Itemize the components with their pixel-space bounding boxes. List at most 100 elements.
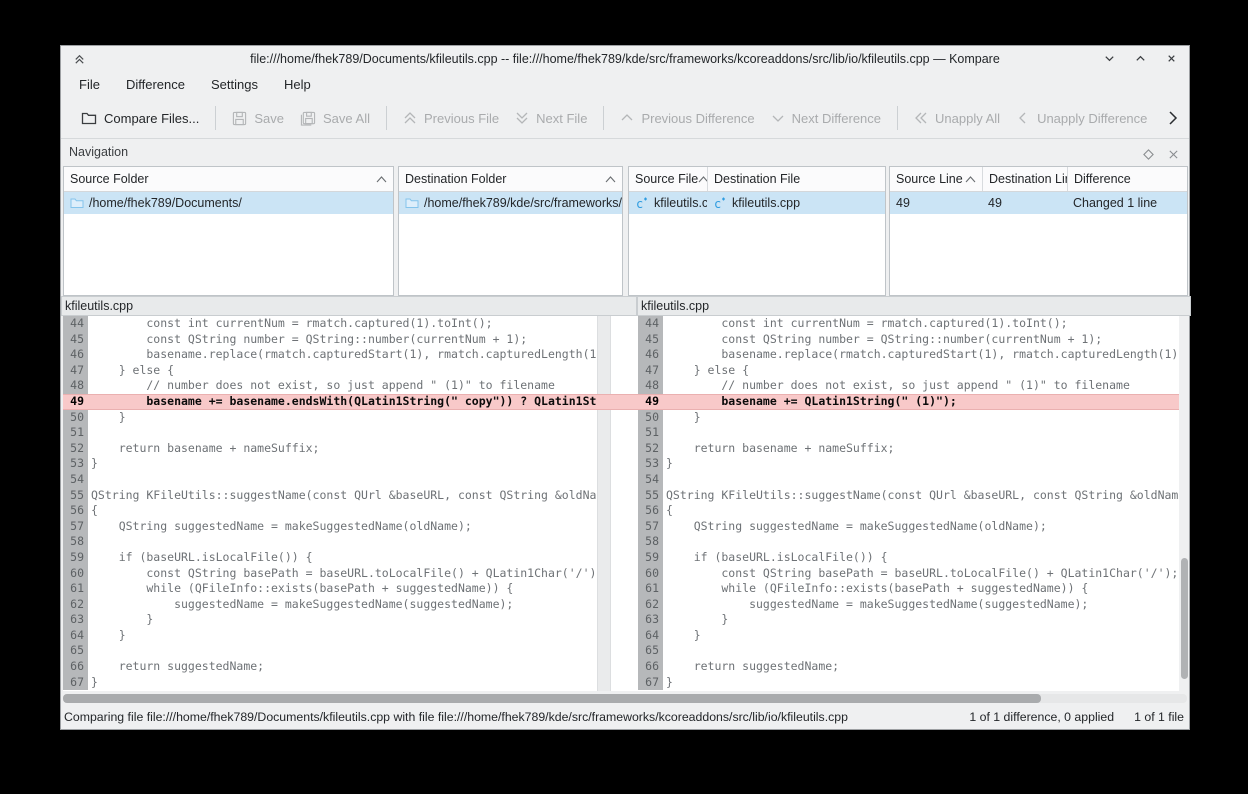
diff-overview-channel — [597, 316, 611, 691]
code-line: 53} — [638, 456, 1179, 472]
line-text: const QString basePath = baseURL.toLocal… — [88, 566, 596, 582]
line-number: 45 — [638, 332, 663, 348]
line-text — [663, 472, 1179, 488]
difference-column-header[interactable]: Difference — [1067, 167, 1187, 191]
code-line: 57 QString suggestedName = makeSuggested… — [63, 519, 596, 535]
line-text: } — [88, 456, 596, 472]
menu-help[interactable]: Help — [274, 74, 321, 95]
save-button[interactable]: Save — [224, 105, 292, 132]
line-number: 44 — [638, 316, 663, 332]
line-number: 57 — [63, 519, 88, 535]
line-text: // number does not exist, so just append… — [88, 378, 596, 394]
line-text: QString suggestedName = makeSuggestedNam… — [663, 519, 1179, 535]
double-chevron-down-icon — [515, 111, 529, 125]
menu-file[interactable]: File — [69, 74, 110, 95]
navigation-dock-title: Navigation — [69, 145, 128, 159]
menu-difference[interactable]: Difference — [116, 74, 195, 95]
cpp-file-icon: c — [635, 196, 649, 210]
destination-folder-column-header[interactable]: Destination Folder — [399, 167, 622, 191]
destination-folder-row[interactable]: /home/fhek789/kde/src/frameworks/kcoread… — [399, 192, 622, 214]
code-line: 46 basename.replace(rmatch.capturedStart… — [63, 347, 596, 363]
source-file-column-header[interactable]: Source File — [629, 167, 707, 191]
unapply-all-button[interactable]: Unapply All — [906, 105, 1008, 132]
toolbar-overflow-button[interactable] — [1165, 108, 1181, 128]
line-number: 50 — [638, 410, 663, 426]
line-number: 62 — [63, 597, 88, 613]
unapply-difference-button[interactable]: Unapply Difference — [1008, 105, 1155, 132]
changed-code-line[interactable]: 49 basename += basename.endsWith(QLatin1… — [63, 394, 596, 410]
float-panel-icon[interactable] — [1143, 146, 1154, 164]
code-line: 65 — [63, 643, 596, 659]
line-text: return suggestedName; — [88, 659, 596, 675]
code-line: 67} — [638, 675, 1179, 691]
diff-connector-area — [596, 316, 638, 691]
line-number: 61 — [63, 581, 88, 597]
toolbar: Compare Files... Save Save All Previous … — [61, 98, 1189, 139]
vertical-scrollbar[interactable] — [1180, 316, 1189, 691]
line-text: { — [663, 503, 1179, 519]
code-line: 55QString KFileUtils::suggestName(const … — [63, 488, 596, 504]
source-folder-row[interactable]: /home/fhek789/Documents/ — [64, 192, 393, 214]
minimize-icon[interactable] — [1101, 50, 1117, 66]
line-number: 55 — [638, 488, 663, 504]
destination-diff-pane[interactable]: 44 const int currentNum = rmatch.capture… — [638, 316, 1179, 691]
line-text: const int currentNum = rmatch.captured(1… — [88, 316, 596, 332]
difference-row[interactable]: 49 49 Changed 1 line — [890, 192, 1187, 214]
line-number: 51 — [63, 425, 88, 441]
source-line-column-header[interactable]: Source Line — [890, 167, 982, 191]
line-text: if (baseURL.isLocalFile()) { — [88, 550, 596, 566]
compare-files-button[interactable]: Compare Files... — [73, 105, 207, 132]
line-text — [663, 534, 1179, 550]
line-text: } else { — [663, 363, 1179, 379]
line-text: basename.replace(rmatch.capturedStart(1)… — [88, 347, 596, 363]
menubar: File Difference Settings Help — [61, 71, 1189, 98]
destination-file-column-header[interactable]: Destination File — [707, 167, 885, 191]
save-all-button[interactable]: Save All — [292, 105, 378, 132]
code-line: 53} — [63, 456, 596, 472]
line-number: 65 — [638, 643, 663, 659]
source-folder-column-header[interactable]: Source Folder — [64, 167, 393, 191]
line-text: const int currentNum = rmatch.captured(1… — [663, 316, 1179, 332]
code-line: 44 const int currentNum = rmatch.capture… — [63, 316, 596, 332]
maximize-icon[interactable] — [1132, 50, 1148, 66]
code-line: 55QString KFileUtils::suggestName(const … — [638, 488, 1179, 504]
line-text — [663, 643, 1179, 659]
vertical-scrollbar-thumb[interactable] — [1181, 558, 1188, 679]
line-text: } — [663, 410, 1179, 426]
next-file-button[interactable]: Next File — [507, 105, 595, 132]
close-panel-icon[interactable] — [1168, 146, 1179, 164]
horizontal-scrollbar[interactable] — [63, 694, 1187, 703]
status-message: Comparing file file:///home/fhek789/Docu… — [64, 710, 848, 724]
next-difference-button[interactable]: Next Difference — [763, 105, 889, 132]
horizontal-scrollbar-thumb[interactable] — [63, 694, 1041, 703]
line-text: while (QFileInfo::exists(basePath + sugg… — [88, 581, 596, 597]
changed-code-line[interactable]: 49 basename += QLatin1String(" (1)"); — [638, 394, 1179, 410]
menu-settings[interactable]: Settings — [201, 74, 268, 95]
source-diff-pane[interactable]: 44 const int currentNum = rmatch.capture… — [63, 316, 596, 691]
line-number: 64 — [638, 628, 663, 644]
close-icon[interactable] — [1163, 50, 1179, 66]
line-number: 56 — [638, 503, 663, 519]
line-text — [88, 534, 596, 550]
line-text — [88, 425, 596, 441]
code-line: 67} — [63, 675, 596, 691]
line-text: } — [663, 675, 1179, 691]
line-number: 63 — [63, 612, 88, 628]
shade-icon[interactable] — [73, 50, 86, 68]
line-text — [88, 472, 596, 488]
svg-text:c: c — [714, 197, 721, 210]
previous-difference-button[interactable]: Previous Difference — [612, 105, 762, 132]
destination-pane-filename: kfileutils.cpp — [637, 296, 1191, 316]
files-row[interactable]: c kfileutils.c... c kfileutils.cpp — [629, 192, 885, 214]
code-line: 54 — [638, 472, 1179, 488]
line-text: } — [663, 612, 1179, 628]
code-line: 50 } — [63, 410, 596, 426]
statusbar: Comparing file file:///home/fhek789/Docu… — [61, 704, 1189, 730]
code-line: 51 — [63, 425, 596, 441]
previous-file-button[interactable]: Previous File — [395, 105, 507, 132]
toolbar-separator — [215, 106, 216, 130]
destination-line-column-header[interactable]: Destination Lir — [982, 167, 1067, 191]
line-text: basename += QLatin1String(" (1)"); — [663, 394, 1179, 410]
changed-diff-connector[interactable] — [596, 394, 638, 410]
code-line: 61 while (QFileInfo::exists(basePath + s… — [638, 581, 1179, 597]
